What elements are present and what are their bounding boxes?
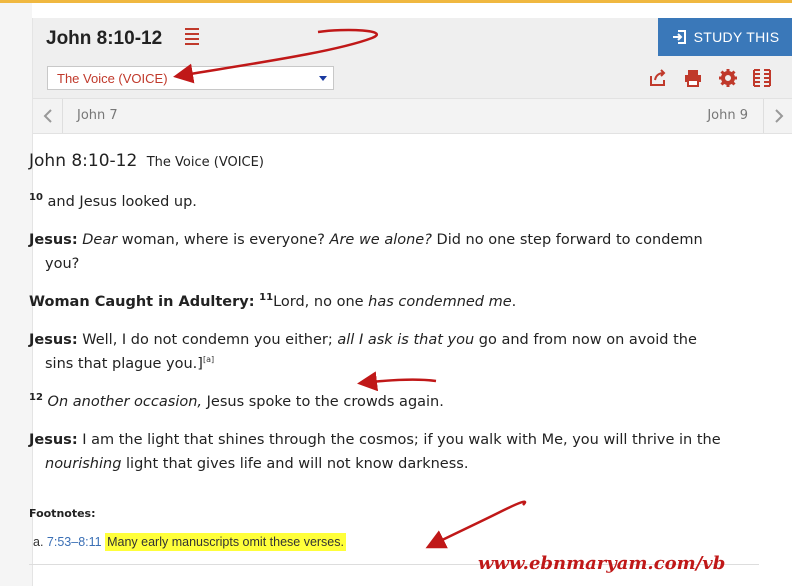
passage-reference: John 8:10-12 [29, 151, 138, 171]
verse-text-italic: all I ask is that you [337, 332, 475, 348]
verse-paragraph: Jesus: Dear woman, where is everyone? Ar… [29, 228, 729, 276]
verse-text: light that gives life and will not know … [121, 456, 469, 472]
verse-text: . [511, 294, 517, 310]
footnotes-title: Footnotes: [29, 507, 96, 520]
version-select[interactable]: The Voice (VOICE) [47, 66, 334, 90]
verse-paragraph: Jesus: I am the light that shines throug… [29, 428, 729, 476]
menu-icon[interactable] [185, 28, 199, 45]
gear-icon[interactable] [718, 68, 738, 88]
version-select-value: The Voice (VOICE) [57, 71, 168, 86]
passage-text: John 8:10-12 The Voice (VOICE) 10 and Je… [29, 150, 729, 476]
top-accent-line [0, 0, 792, 3]
footnote-text: Many early manuscripts omit these verses… [105, 533, 346, 551]
verse-text: Lord, no one [273, 294, 369, 310]
verse-text-italic: Dear [82, 232, 118, 248]
study-enter-icon [672, 30, 686, 44]
parallel-icon[interactable] [752, 68, 772, 88]
verse-text: Well, I do not condemn you either; [77, 332, 338, 348]
watermark-text: www.ebnmaryam.com/vb [478, 553, 726, 574]
verse-text-italic: On another occasion, [47, 394, 203, 410]
prev-chapter-button[interactable] [33, 99, 63, 133]
speaker-label: Jesus: [29, 432, 78, 448]
verse-text-italic: Are we alone? [329, 232, 432, 248]
panel-title: John 8:10-12 [46, 28, 163, 49]
verse-number: 11 [259, 292, 274, 304]
toolbar-row: The Voice (VOICE) [33, 60, 792, 98]
footnote-ref-link[interactable]: 7:53–8:11 [47, 535, 102, 549]
next-chapter-link[interactable]: John 9 [707, 108, 748, 123]
footnote-letter: a. [33, 535, 44, 549]
chevron-right-icon [774, 109, 783, 123]
chapter-nav: John 7 John 9 [33, 98, 792, 134]
study-this-label: STUDY THIS [693, 29, 780, 45]
print-icon[interactable] [683, 68, 703, 88]
verse-paragraph: 10 and Jesus looked up. [29, 190, 729, 214]
share-icon[interactable] [648, 68, 668, 88]
chevron-down-icon [319, 76, 327, 81]
verse-number: 10 [29, 192, 43, 204]
speaker-label: Jesus: [29, 232, 78, 248]
footnote-reference-link[interactable]: [a] [203, 355, 214, 364]
next-chapter-button[interactable] [763, 99, 792, 133]
verse-text: I am the light that shines through the c… [77, 432, 721, 448]
panel-header: John 8:10-12 STUDY THIS [33, 18, 792, 60]
prev-chapter-link[interactable]: John 7 [77, 108, 118, 123]
verse-number: 12 [29, 392, 43, 404]
speaker-label: Woman Caught in Adultery: [29, 294, 255, 310]
passage-heading: John 8:10-12 The Voice (VOICE) [29, 150, 729, 174]
verse-text: woman, where is everyone? [117, 232, 330, 248]
left-gutter [0, 3, 32, 586]
speaker-label: Jesus: [29, 332, 78, 348]
verse-text: and Jesus looked up. [47, 194, 197, 210]
verse-text-italic: nourishing [45, 456, 122, 472]
passage-version: The Voice (VOICE) [146, 155, 264, 170]
verse-paragraph: 12 On another occasion, Jesus spoke to t… [29, 390, 729, 414]
verse-text: Jesus spoke to the crowds again. [202, 394, 444, 410]
verse-text-italic: has condemned me [368, 294, 512, 310]
verse-paragraph: Woman Caught in Adultery: 11Lord, no one… [29, 290, 729, 314]
verse-paragraph: Jesus: Well, I do not condemn you either… [29, 328, 729, 376]
study-this-button[interactable]: STUDY THIS [658, 18, 792, 56]
footnote-item: a. 7:53–8:11 Many early manuscripts omit… [33, 533, 346, 551]
chevron-left-icon [43, 109, 52, 123]
